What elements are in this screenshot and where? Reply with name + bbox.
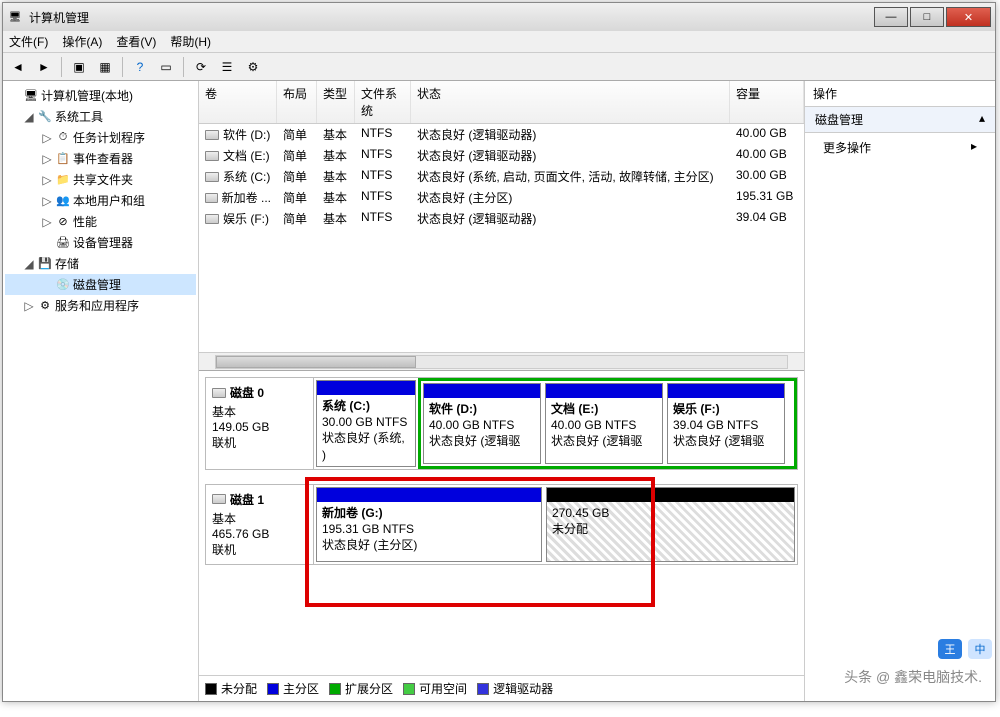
float-badges: 王中 [938,639,992,659]
partition[interactable]: 系统 (C:)30.00 GB NTFS状态良好 (系统, ) [316,380,416,467]
tree-device-manager[interactable]: 🖨设备管理器 [5,232,196,253]
tree-root[interactable]: 🖥计算机管理(本地) [5,85,196,106]
tree-system-tools[interactable]: ◢🔧系统工具 [5,106,196,127]
partition[interactable]: 文档 (E:)40.00 GB NTFS状态良好 (逻辑驱 [545,383,663,464]
tree-services-apps[interactable]: ▷⚙服务和应用程序 [5,295,196,316]
menu-file[interactable]: 文件(F) [9,33,48,50]
partition[interactable]: 新加卷 (G:)195.31 GB NTFS状态良好 (主分区) [316,487,542,562]
menu-help[interactable]: 帮助(H) [170,33,211,50]
col-filesystem[interactable]: 文件系统 [355,81,411,123]
tree-local-users[interactable]: ▷👥本地用户和组 [5,190,196,211]
col-layout[interactable]: 布局 [277,81,317,123]
volume-rows[interactable]: 软件 (D:) 简单基本 NTFS状态良好 (逻辑驱动器)40.00 GB文档 … [199,124,804,352]
partition[interactable]: 娱乐 (F:)39.04 GB NTFS状态良好 (逻辑驱 [667,383,785,464]
actions-pane: 操作 磁盘管理▴ 更多操作▸ [805,81,995,701]
horizontal-scrollbar[interactable] [199,352,804,370]
table-row[interactable]: 系统 (C:) 简单基本 NTFS状态良好 (系统, 启动, 页面文件, 活动,… [199,166,804,187]
tree-performance[interactable]: ▷⊘性能 [5,211,196,232]
disk-icon [205,214,219,224]
tree-storage[interactable]: ◢💾存储 [5,253,196,274]
table-row[interactable]: 新加卷 ... 简单基本 NTFS状态良好 (主分区)195.31 GB [199,187,804,208]
tree-shared-folders[interactable]: ▷📁共享文件夹 [5,169,196,190]
disk-icon [205,193,218,203]
titlebar: 🖥 计算机管理 — □ ✕ [3,3,995,31]
tree-disk-management[interactable]: 💿磁盘管理 [5,274,196,295]
disk-info[interactable]: 磁盘 0基本149.05 GB联机 [206,378,314,469]
nav-tree[interactable]: 🖥计算机管理(本地) ◢🔧系统工具 ▷⏱任务计划程序 ▷📋事件查看器 ▷📁共享文… [3,81,199,701]
extended-partition: 软件 (D:)40.00 GB NTFS状态良好 (逻辑驱文档 (E:)40.0… [418,378,797,469]
disk-row: 磁盘 0基本149.05 GB联机系统 (C:)30.00 GB NTFS状态良… [205,377,798,470]
col-volume[interactable]: 卷 [199,81,277,123]
partition[interactable]: 软件 (D:)40.00 GB NTFS状态良好 (逻辑驱 [423,383,541,464]
table-row[interactable]: 文档 (E:) 简单基本 NTFS状态良好 (逻辑驱动器)40.00 GB [199,145,804,166]
minimize-button[interactable]: — [874,7,908,27]
volume-list: 卷 布局 类型 文件系统 状态 容量 软件 (D:) 简单基本 NTFS状态良好… [199,81,804,371]
settings-icon[interactable]: ⚙ [242,56,264,78]
back-button[interactable]: ◄ [7,56,29,78]
properties-icon[interactable]: ▦ [94,56,116,78]
disk-icon [205,151,219,161]
forward-button[interactable]: ► [33,56,55,78]
disk-diagram: 磁盘 0基本149.05 GB联机系统 (C:)30.00 GB NTFS状态良… [199,371,804,675]
actions-section[interactable]: 磁盘管理▴ [805,107,995,133]
menu-action[interactable]: 操作(A) [62,33,102,50]
disk-icon [205,130,219,140]
table-row[interactable]: 娱乐 (F:) 简单基本 NTFS状态良好 (逻辑驱动器)39.04 GB [199,208,804,229]
list-icon[interactable]: ☰ [216,56,238,78]
menu-view[interactable]: 查看(V) [116,33,156,50]
tree-task-scheduler[interactable]: ▷⏱任务计划程序 [5,127,196,148]
view-icon[interactable]: ▭ [155,56,177,78]
menubar: 文件(F) 操作(A) 查看(V) 帮助(H) [3,31,995,53]
watermark: 头条 @ 鑫荣电脑技术. [844,667,982,687]
close-button[interactable]: ✕ [946,7,991,27]
col-capacity[interactable]: 容量 [730,81,804,123]
disk-row: 磁盘 1基本465.76 GB联机新加卷 (G:)195.31 GB NTFS状… [205,484,798,565]
app-icon: 🖥 [7,9,23,25]
unallocated-space[interactable]: 270.45 GB未分配 [546,487,795,562]
up-icon[interactable]: ▣ [68,56,90,78]
chevron-right-icon: ▸ [971,139,977,156]
collapse-icon[interactable]: ▴ [979,111,985,128]
legend: 未分配 主分区 扩展分区 可用空间 逻辑驱动器 [199,675,804,701]
tree-event-viewer[interactable]: ▷📋事件查看器 [5,148,196,169]
toolbar: ◄ ► ▣ ▦ ? ▭ ⟳ ☰ ⚙ [3,53,995,81]
col-status[interactable]: 状态 [411,81,730,123]
window-title: 计算机管理 [29,9,872,26]
actions-header: 操作 [805,81,995,107]
table-row[interactable]: 软件 (D:) 简单基本 NTFS状态良好 (逻辑驱动器)40.00 GB [199,124,804,145]
maximize-button[interactable]: □ [910,7,944,27]
actions-more[interactable]: 更多操作▸ [805,133,995,162]
refresh-icon[interactable]: ⟳ [190,56,212,78]
volume-list-header: 卷 布局 类型 文件系统 状态 容量 [199,81,804,124]
col-type[interactable]: 类型 [317,81,355,123]
disk-info[interactable]: 磁盘 1基本465.76 GB联机 [206,485,314,564]
disk-icon [205,172,219,182]
help-icon[interactable]: ? [129,56,151,78]
